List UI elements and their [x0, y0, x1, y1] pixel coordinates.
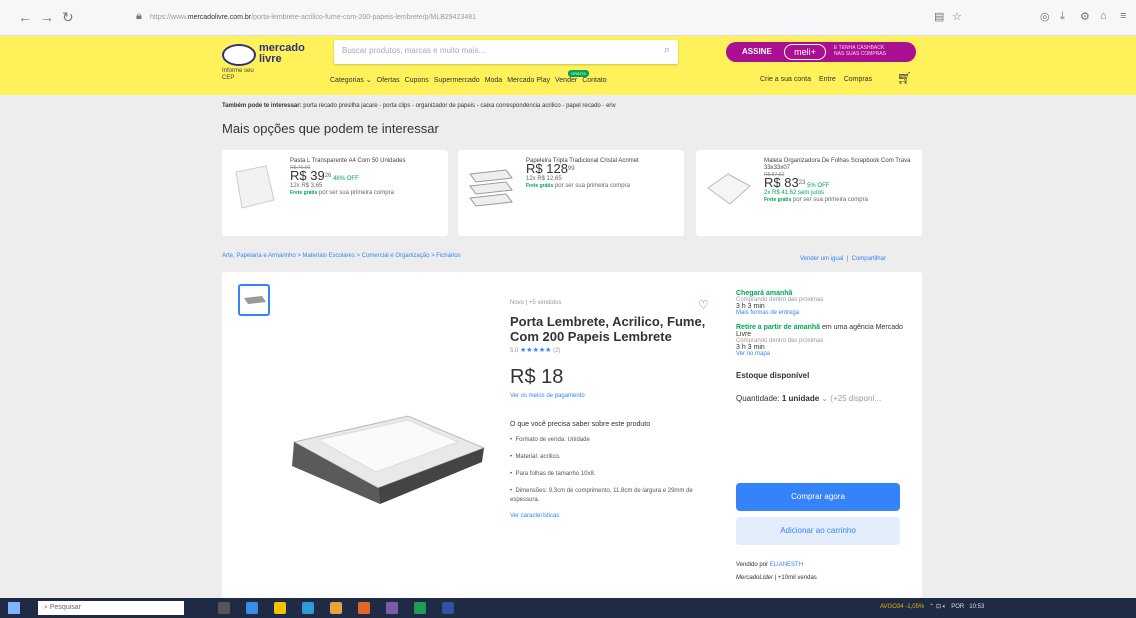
product-info: Novo | +5 vendidos Porta Lembrete, Acril…	[510, 300, 720, 519]
logo[interactable]: mercado livre	[222, 42, 305, 70]
section-title: Mais opções que podem te interessar	[222, 121, 439, 136]
buy-now-button[interactable]: Comprar agora	[736, 483, 900, 511]
menu-item[interactable]: Moda	[485, 77, 503, 84]
menu-item[interactable]: Contato	[582, 77, 607, 84]
list-item: • Material: acrilico.	[510, 454, 561, 460]
menu-item[interactable]: Cupons	[405, 77, 429, 84]
forward-icon[interactable]: →	[40, 10, 54, 24]
cep-link[interactable]: Informe seu CEP	[222, 68, 254, 82]
list-item: • Dimensões: 9.3cm de comprimento, 11.8c…	[510, 488, 693, 503]
seller-link[interactable]: ELIANESTH	[770, 562, 803, 568]
explorer-icon[interactable]	[274, 602, 286, 614]
add-to-cart-button[interactable]: Adicionar ao carrinho	[736, 517, 900, 545]
product-price: R$ 18	[510, 366, 564, 388]
recommendation-card[interactable]: Pasta L Transparente A4 Com 50 Unidades R…	[222, 150, 448, 236]
page: ← → ↻ 🔒︎ https://www.mercadolivre.com.br…	[0, 0, 1136, 618]
list-item: • Para folhas de tamanho 10x8.	[510, 471, 596, 477]
sell-similar-link[interactable]: Vender um igual	[800, 256, 843, 262]
menu-icon[interactable]: ≡	[1120, 10, 1126, 22]
map-link[interactable]: Ver no mapa	[736, 351, 906, 357]
product-thumbnail	[469, 169, 513, 207]
search-icon[interactable]: ⌕	[664, 44, 670, 57]
login-link[interactable]: Entre	[819, 76, 836, 83]
create-account-link[interactable]: Crie a sua conta	[760, 76, 811, 83]
windows-icon[interactable]	[8, 602, 20, 614]
rating[interactable]: 5.0 ★★★★★ (2)	[510, 346, 720, 354]
menu-item[interactable]: Mercado Play	[507, 77, 550, 84]
shield-icon: 🔒︎	[136, 10, 142, 22]
product-thumbnail	[235, 165, 275, 209]
firefox-icon[interactable]	[358, 602, 370, 614]
features-heading: O que você precisa saber sobre este prod…	[510, 421, 651, 428]
quantity-select[interactable]: Quantidade: 1 unidade ⌄ (+25 disponí...	[736, 394, 906, 403]
buy-box: Chegará amanhã Comprando dentro das próx…	[736, 290, 906, 403]
gallery-thumbnail[interactable]	[238, 284, 270, 316]
related-searches: Também pode te interessar: porta recado …	[222, 103, 616, 109]
handshake-icon	[222, 44, 256, 66]
see-characteristics-link[interactable]: Ver características	[510, 513, 720, 519]
back-icon[interactable]: ←	[18, 10, 32, 24]
system-tray: AVGO34 -1,05% ⌃ ⊡ 🔈︎ POR 10:53	[880, 604, 985, 610]
site-header: mercado livre Informe seu CEP Buscar pro…	[0, 36, 1136, 95]
star-icon[interactable]: ☆	[952, 10, 962, 23]
word-icon[interactable]	[442, 602, 454, 614]
favorite-icon[interactable]: ♡	[698, 298, 709, 312]
list-item: • Formato de venda: Unidade	[510, 437, 590, 443]
product-thumbnail	[707, 173, 751, 205]
taskbar: ⌕ Pesquisar AVGO34 -1,05% ⌃ ⊡ 🔈︎ POR 10:…	[0, 598, 1136, 618]
account-menu: Crie a sua conta Entre Compras	[760, 76, 880, 83]
extensions-icon[interactable]: ⚙	[1080, 10, 1090, 23]
purchases-link[interactable]: Compras	[844, 76, 872, 83]
features-list: • Formato de venda: Unidade • Material: …	[510, 436, 720, 505]
store-icon[interactable]	[302, 602, 314, 614]
product-card: Novo | +5 vendidos Porta Lembrete, Acril…	[222, 272, 922, 598]
recommendation-card[interactable]: Maleta Organizadora De Folhas Scrapbook …	[696, 150, 922, 236]
reader-icon[interactable]: ▤	[934, 10, 944, 23]
edge-icon[interactable]	[246, 602, 258, 614]
product-image	[292, 415, 486, 504]
taskbar-search[interactable]: ⌕ Pesquisar	[38, 601, 184, 615]
meli-plus-banner[interactable]: ASSINE meli+ E TENHA CASHBACK NAS SUAS COM…	[726, 42, 916, 62]
menu-item[interactable]: Categorias ⌄	[330, 77, 372, 84]
stock-label: Estoque disponível	[736, 371, 810, 380]
delivery-options-link[interactable]: Mais formas de entrega	[736, 310, 906, 316]
address-bar[interactable]: https://www.mercadolivre.com.br/porta-le…	[150, 8, 970, 28]
menu-item[interactable]: Vender	[555, 77, 577, 84]
main-menu: Categorias ⌄ Ofertas Cupons Supermercado Mod…	[330, 76, 612, 84]
menu-item[interactable]: Supermercado	[434, 77, 480, 84]
task-view-icon[interactable]	[218, 602, 230, 614]
recommendation-card[interactable]: Papeleira Tripla Tradicional Cristal Acr…	[458, 150, 684, 236]
seller-info: Vendido por ELIANESTH MercadoLíder | +10m…	[736, 562, 817, 581]
menu-item[interactable]: Ofertas	[377, 77, 400, 84]
chrome-icon[interactable]	[330, 602, 342, 614]
download-icon[interactable]: ⤓	[1060, 10, 1065, 23]
share-links: Vender um igual | Compartilhar	[800, 256, 886, 262]
pocket-icon[interactable]: ◎	[1040, 10, 1050, 23]
share-link[interactable]: Compartilhar	[852, 256, 886, 262]
browser-toolbar: ← → ↻ 🔒︎ https://www.mercadolivre.com.br…	[0, 0, 1136, 36]
product-title: Porta Lembrete, Acrilico, Fume, Com 200 …	[510, 314, 706, 344]
app-icon[interactable]	[386, 602, 398, 614]
search-input[interactable]: Buscar produtos, marcas e muito mais... ⌕	[334, 40, 678, 64]
home-icon[interactable]: ⌂	[1100, 10, 1107, 22]
payment-methods-link[interactable]: Ver os meios de pagamento	[510, 393, 720, 399]
breadcrumb[interactable]: Arte, Papelaria e Armarinho > Materiais …	[222, 253, 461, 259]
reload-icon[interactable]: ↻	[62, 10, 74, 24]
excel-icon[interactable]	[414, 602, 426, 614]
cart-icon[interactable]: 🛒︎	[897, 71, 912, 85]
